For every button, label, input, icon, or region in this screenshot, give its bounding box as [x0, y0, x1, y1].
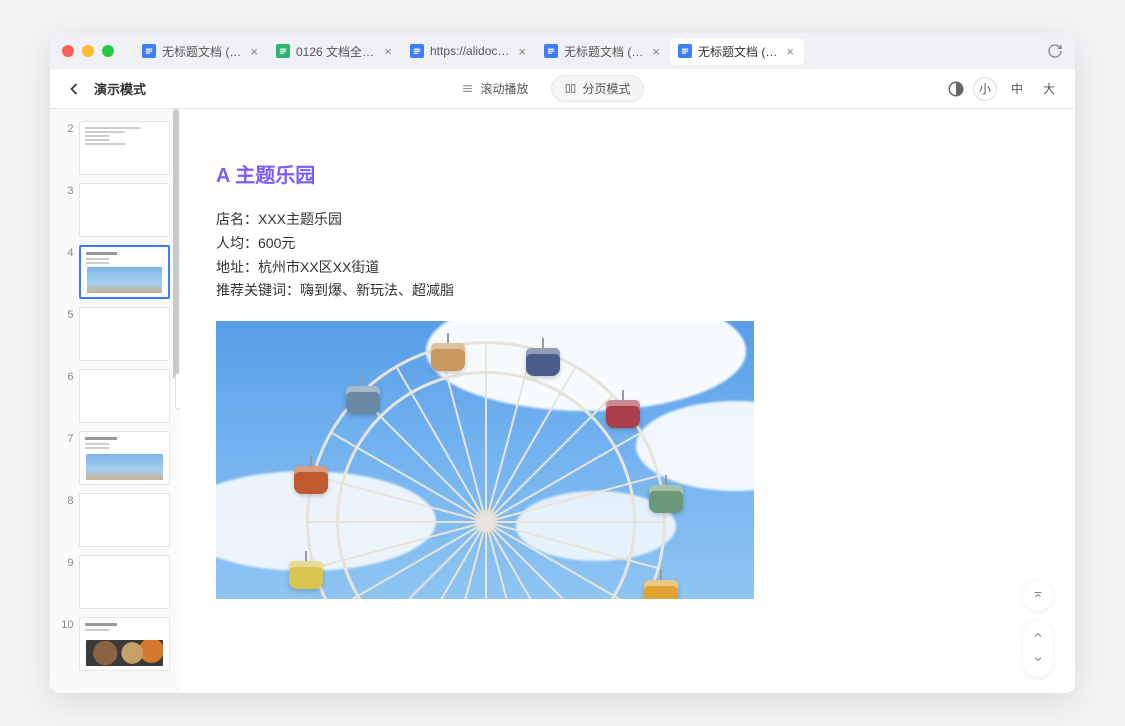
maximize-window-button[interactable] [102, 45, 114, 57]
thumbnail-row: 3 [50, 179, 180, 241]
doc-icon [544, 44, 558, 58]
thumbnail-row: 2 [50, 117, 180, 179]
thumbnail[interactable] [79, 493, 170, 547]
back-button[interactable] [64, 79, 84, 99]
document-image [216, 321, 754, 599]
presentation-mode-label: 演示模式 [94, 79, 146, 98]
window-controls [62, 45, 114, 57]
close-window-button[interactable] [62, 45, 74, 57]
thumbnail[interactable] [79, 307, 170, 361]
toolbar: 演示模式 滚动播放 分页模式 小 中 大 [50, 69, 1075, 109]
gondola [526, 348, 560, 376]
page-nav-pill [1023, 621, 1053, 677]
thumbnail-number: 2 [60, 121, 73, 135]
titlebar: 无标题文档 (57)×0126 文档全量功×https://alidocs.d…… [50, 33, 1075, 69]
tab-strip: 无标题文档 (57)×0126 文档全量功×https://alidocs.d…… [134, 38, 1039, 65]
gondola [644, 580, 678, 599]
tab[interactable]: 无标题文档 (57) × [134, 38, 268, 65]
tab-label: 0126 文档全量功 [296, 43, 376, 60]
doc-icon [410, 44, 424, 58]
tab-label: 无标题文档 (57) [162, 43, 242, 60]
close-icon[interactable]: × [248, 44, 260, 59]
thumbnail-row: 4 [50, 241, 180, 303]
close-icon[interactable]: × [516, 44, 528, 59]
sidebar-collapse-handle[interactable] [175, 373, 180, 409]
prev-page-button[interactable] [1030, 626, 1046, 648]
doc-text-line: 人均：600元 [216, 232, 1039, 256]
thumbnail[interactable] [79, 121, 170, 175]
tab-label: 无标题文档 (60) [698, 43, 778, 60]
doc-icon [276, 44, 290, 58]
app-window: 无标题文档 (57)×0126 文档全量功×https://alidocs.d…… [50, 33, 1075, 693]
thumbnail[interactable] [79, 617, 170, 671]
floating-controls [1023, 581, 1053, 677]
gondola [649, 485, 683, 513]
tab-label: 无标题文档 (59) [564, 43, 644, 60]
close-icon[interactable]: × [382, 44, 394, 59]
scroll-play-label: 滚动播放 [480, 80, 528, 97]
gondola [606, 400, 640, 428]
contrast-icon[interactable] [947, 80, 965, 98]
thumbnail-row: 10 [50, 613, 180, 675]
doc-icon [678, 44, 692, 58]
thumbnail[interactable] [79, 431, 170, 485]
gondola [289, 561, 323, 589]
page-mode-button[interactable]: 分页模式 [551, 75, 644, 102]
content-area: 2 3 4 5 6 7 8 9 10 A 主题乐园 店名：XXX主题乐园人均：600元地址：杭州… [50, 109, 1075, 693]
page-mode-label: 分页模式 [583, 80, 631, 97]
doc-text-line: 推荐关键词：嗨到爆、新玩法、超减脂 [216, 279, 1039, 303]
thumbnail-number: 4 [60, 245, 73, 259]
thumbnail[interactable] [79, 245, 170, 299]
next-page-button[interactable] [1030, 650, 1046, 672]
thumbnail-row: 5 [50, 303, 180, 365]
thumbnail-row: 8 [50, 489, 180, 551]
thumbnail-number: 9 [60, 555, 73, 569]
gondola [346, 386, 380, 414]
tab[interactable]: 无标题文档 (59) × [536, 38, 670, 65]
doc-text-line: 店名：XXX主题乐园 [216, 208, 1039, 232]
thumbnail[interactable] [79, 555, 170, 609]
thumbnail-number: 8 [60, 493, 73, 507]
zoom-small-button[interactable]: 小 [973, 77, 997, 101]
thumbnail-row: 9 [50, 551, 180, 613]
refresh-icon[interactable] [1047, 43, 1063, 59]
scroll-play-button[interactable]: 滚动播放 [449, 75, 540, 102]
thumbnail-number: 6 [60, 369, 73, 383]
gondola [294, 466, 328, 494]
doc-icon [142, 44, 156, 58]
tab[interactable]: 0126 文档全量功 × [268, 38, 402, 65]
gondola [431, 343, 465, 371]
tab[interactable]: 无标题文档 (60) × [670, 38, 804, 65]
scroll-top-button[interactable] [1023, 581, 1053, 611]
thumbnail-number: 7 [60, 431, 73, 445]
zoom-large-button[interactable]: 大 [1037, 77, 1061, 101]
thumbnail-sidebar: 2 3 4 5 6 7 8 9 10 [50, 109, 180, 693]
doc-text-line: 地址：杭州市XX区XX街道 [216, 256, 1039, 280]
thumbnail-number: 10 [60, 617, 73, 631]
close-icon[interactable]: × [650, 44, 662, 59]
tab-label: https://alidocs.d… [430, 44, 510, 58]
thumbnail[interactable] [79, 183, 170, 237]
thumbnail[interactable] [79, 369, 170, 423]
zoom-medium-button[interactable]: 中 [1005, 77, 1029, 101]
close-icon[interactable]: × [784, 44, 796, 59]
thumbnail-row: 7 [50, 427, 180, 489]
tab[interactable]: https://alidocs.d… × [402, 39, 536, 64]
document-canvas: A 主题乐园 店名：XXX主题乐园人均：600元地址：杭州市XX区XX街道推荐关… [180, 109, 1075, 693]
thumbnail-number: 3 [60, 183, 73, 197]
doc-heading: A 主题乐园 [216, 159, 1039, 188]
minimize-window-button[interactable] [82, 45, 94, 57]
thumbnail-row: 6 [50, 365, 180, 427]
thumbnail-number: 5 [60, 307, 73, 321]
